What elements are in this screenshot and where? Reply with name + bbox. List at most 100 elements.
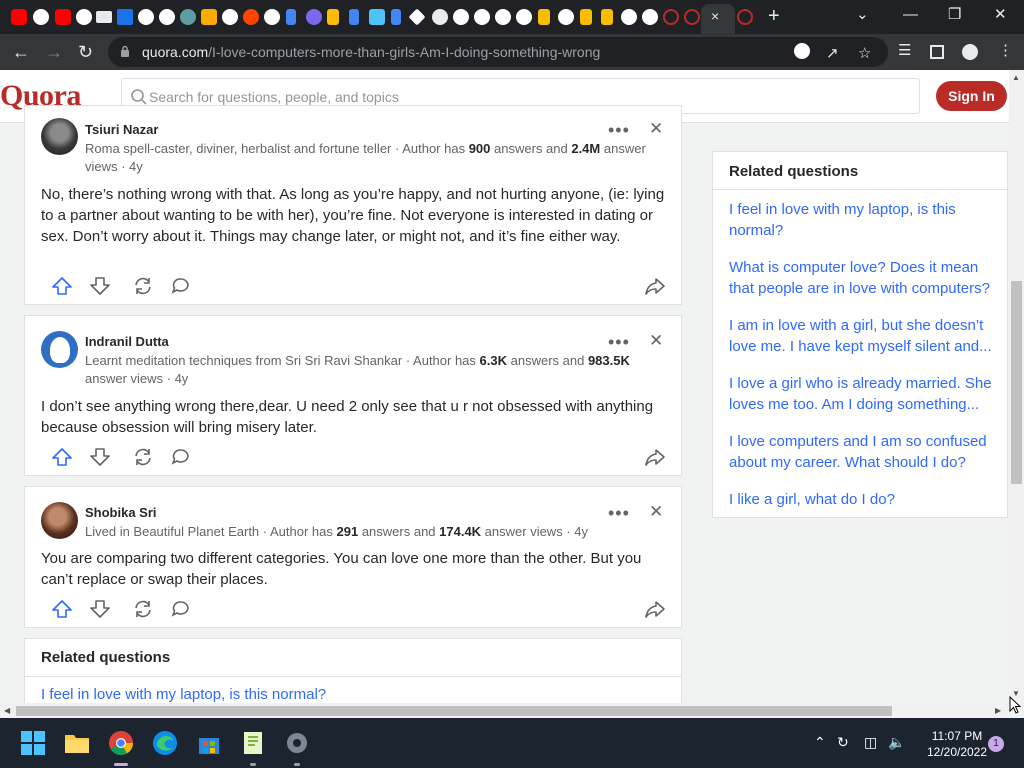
reload-icon[interactable]: ↻ [78, 42, 93, 62]
close-tab-icon[interactable]: × [711, 7, 719, 25]
related-question-link[interactable]: What is computer love? Does it mean that… [729, 257, 995, 299]
more-options-icon[interactable]: ••• [608, 504, 630, 522]
author-name[interactable]: Shobika Sri [85, 505, 157, 520]
related-question-link[interactable]: I feel in love with my laptop, is this n… [729, 199, 995, 241]
side-panel-icon[interactable] [930, 45, 944, 59]
comment-icon[interactable] [170, 447, 192, 467]
related-question-link[interactable]: I love computers and I am so confused ab… [729, 431, 995, 473]
youtube-tab-icon[interactable] [55, 9, 71, 25]
google-tab-icon[interactable] [642, 9, 658, 25]
microsoft-store-icon[interactable] [196, 730, 222, 756]
share-arrow-icon[interactable] [644, 276, 666, 296]
google-tab-icon[interactable] [222, 9, 238, 25]
file-explorer-icon[interactable] [64, 730, 90, 756]
chrome-icon[interactable] [108, 730, 134, 756]
share-repost-icon[interactable] [132, 276, 154, 296]
archive-tab-icon[interactable] [201, 9, 217, 25]
share-repost-icon[interactable] [132, 447, 154, 467]
scroll-up-arrow-icon[interactable]: ▲ [1012, 73, 1020, 82]
bookmark-tab-icon[interactable] [580, 9, 592, 25]
settings-gear-icon[interactable] [284, 730, 310, 756]
quora-tab-icon[interactable] [684, 9, 700, 25]
google-tab-icon[interactable] [474, 9, 490, 25]
avatar[interactable] [41, 118, 78, 155]
avatar[interactable] [41, 331, 78, 368]
scroll-right-arrow-icon[interactable]: ▶ [995, 706, 1001, 715]
close-window-icon[interactable]: ✕ [994, 6, 1007, 24]
scroll-left-arrow-icon[interactable]: ◀ [4, 706, 10, 715]
windows-start-icon[interactable] [20, 730, 46, 756]
google-tab-icon[interactable] [76, 9, 92, 25]
author-name[interactable]: Tsiuri Nazar [85, 122, 158, 137]
google-tab-icon[interactable] [33, 9, 49, 25]
youtube-tab-icon[interactable] [11, 9, 27, 25]
menu-kebab-icon[interactable]: ⋮ [998, 42, 1013, 60]
bookmark-tab-icon[interactable] [538, 9, 550, 25]
address-bar[interactable]: quora.com/I-love-computers-more-than-gir… [108, 37, 888, 67]
google-tab-icon[interactable] [453, 9, 469, 25]
bookmark-tab-icon[interactable] [327, 9, 339, 25]
share-icon[interactable]: ↗ [826, 45, 839, 63]
chat-tab-icon[interactable] [369, 9, 385, 25]
code-tab-icon[interactable] [286, 9, 296, 25]
close-icon[interactable]: ✕ [649, 332, 663, 350]
google-tab-icon[interactable] [159, 9, 175, 25]
vertical-scroll-thumb[interactable] [1011, 281, 1022, 484]
bookmark-tab-icon[interactable] [601, 9, 613, 25]
google-tab-icon[interactable] [264, 9, 280, 25]
code-tab-icon[interactable] [349, 9, 359, 25]
related-question-link[interactable]: I love a girl who is already married. Sh… [729, 373, 995, 415]
bookmark-star-icon[interactable]: ☆ [858, 45, 871, 63]
related-question-link[interactable]: I feel in love with my laptop, is this n… [41, 686, 326, 703]
related-question-link[interactable]: I like a girl, what do I do? [729, 489, 995, 510]
volume-icon[interactable]: 🔈 [888, 733, 905, 751]
google-tab-icon[interactable] [621, 9, 637, 25]
downvote-icon[interactable] [89, 599, 111, 619]
horizontal-scroll-thumb[interactable] [16, 706, 892, 716]
minimize-icon[interactable]: — [903, 6, 918, 24]
profile-icon[interactable] [962, 44, 978, 60]
tab-search-chevron-icon[interactable]: ⌄ [856, 6, 869, 24]
wifi-tab-icon[interactable] [180, 9, 196, 25]
google-tab-icon[interactable] [495, 9, 511, 25]
google-tab-icon[interactable] [558, 9, 574, 25]
share-repost-icon[interactable] [132, 599, 154, 619]
notepad-plus-plus-icon[interactable] [240, 730, 266, 756]
forward-arrow-icon[interactable]: → [45, 42, 63, 62]
new-tab-button[interactable]: + [768, 5, 780, 27]
author-name[interactable]: Indranil Dutta [85, 334, 169, 349]
related-question-link[interactable]: I am in love with a girl, but she doesn’… [729, 315, 995, 357]
code-tab-icon[interactable] [391, 9, 401, 25]
restore-icon[interactable]: ❐ [948, 6, 961, 24]
edge-icon[interactable] [152, 730, 178, 756]
upvote-icon[interactable] [51, 447, 73, 467]
more-options-icon[interactable]: ••• [608, 121, 630, 139]
google-lens-icon[interactable] [794, 43, 810, 59]
close-icon[interactable]: ✕ [649, 503, 663, 521]
extensions-puzzle-icon[interactable]: ☰ [898, 42, 911, 60]
avatar[interactable] [41, 502, 78, 539]
quora-tab-icon[interactable] [663, 9, 679, 25]
more-options-icon[interactable]: ••• [608, 333, 630, 351]
notification-badge[interactable]: 1 [988, 736, 1004, 752]
chrome-tab-icon[interactable] [432, 9, 448, 25]
quora-tab-icon[interactable] [737, 9, 753, 25]
at-tab-icon[interactable] [306, 9, 322, 25]
google-tab-icon[interactable] [138, 9, 154, 25]
comment-icon[interactable] [170, 276, 192, 296]
upvote-icon[interactable] [51, 599, 73, 619]
tray-overflow-chevron-icon[interactable]: ⌃ [814, 733, 826, 751]
close-icon[interactable]: ✕ [649, 120, 663, 138]
comment-icon[interactable] [170, 599, 192, 619]
upvote-icon[interactable] [51, 276, 73, 296]
monitor-tab-icon[interactable] [96, 11, 112, 23]
downvote-icon[interactable] [89, 447, 111, 467]
diamond-tab-icon[interactable] [408, 8, 426, 26]
google-tab-icon[interactable] [516, 9, 532, 25]
sign-in-button[interactable]: Sign In [936, 81, 1007, 111]
back-arrow-icon[interactable]: ← [12, 42, 30, 62]
downvote-icon[interactable] [89, 276, 111, 296]
share-arrow-icon[interactable] [644, 447, 666, 467]
sync-icon[interactable]: ↻ [837, 733, 849, 751]
reddit-tab-icon[interactable] [243, 9, 259, 25]
